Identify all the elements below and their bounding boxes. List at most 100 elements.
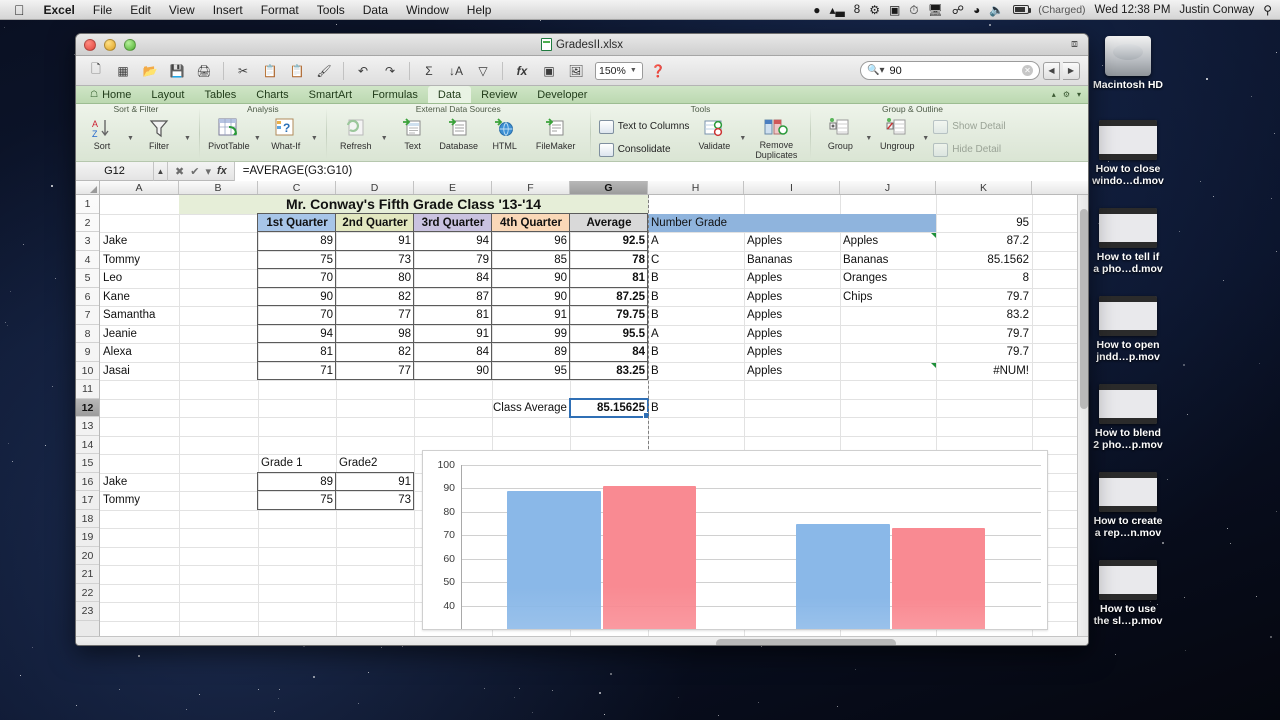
row-header-14[interactable]: 14: [76, 436, 99, 454]
cell-student-name[interactable]: Jake: [100, 232, 179, 251]
search-input[interactable]: 90: [889, 65, 901, 77]
chevron-down-icon[interactable]: ▼: [311, 135, 318, 142]
text-to-columns-button[interactable]: Text to Columns: [598, 117, 689, 137]
menu-item-window[interactable]: Window: [397, 1, 458, 19]
search-field[interactable]: 🔍▾ 90 ✕: [860, 61, 1040, 80]
cell-k-value[interactable]: #NUM!: [936, 362, 1032, 381]
collapse-ribbon-icon[interactable]: ▴: [1052, 90, 1056, 99]
cell-student-name[interactable]: Tommy: [100, 251, 179, 270]
menu-item-file[interactable]: File: [84, 1, 121, 19]
dropbox-icon[interactable]: ●: [813, 1, 820, 19]
menu-item-view[interactable]: View: [160, 1, 204, 19]
window-title-bar[interactable]: GradesII.xlsx ⧈: [76, 34, 1088, 56]
select-all-corner[interactable]: [76, 181, 100, 194]
import-filemaker-button[interactable]: FileMaker: [530, 115, 582, 151]
copy-icon[interactable]: 📋: [258, 60, 282, 82]
display-icon[interactable]: 🖥: [928, 1, 943, 19]
row-header-22[interactable]: 22: [76, 584, 99, 602]
save-icon[interactable]: 💾: [165, 60, 189, 82]
hide-detail-button[interactable]: Hide Detail: [933, 140, 1005, 160]
cell-list-j[interactable]: Chips: [840, 288, 936, 307]
ribbon-tab-home[interactable]: ☖ Home: [80, 86, 141, 103]
cell-grade1-header[interactable]: Grade 1: [258, 454, 336, 473]
chart-bar[interactable]: [796, 523, 890, 629]
menu-item-edit[interactable]: Edit: [121, 1, 160, 19]
pivot-table-button[interactable]: PivotTable: [208, 115, 250, 151]
row-header-21[interactable]: 21: [76, 565, 99, 584]
vertical-scroll-thumb[interactable]: [1080, 209, 1088, 409]
desktop-icon[interactable]: Macintosh HD: [1082, 36, 1174, 91]
group-button[interactable]: Group: [819, 115, 861, 151]
wifi-icon[interactable]: ◕: [973, 1, 980, 19]
clear-search-icon[interactable]: ✕: [1022, 65, 1033, 76]
alfred-icon[interactable]: ▴▃: [830, 1, 845, 19]
validate-button[interactable]: Validate: [693, 115, 735, 151]
maximize-button[interactable]: [124, 38, 136, 51]
ungroup-button[interactable]: Ungroup: [876, 115, 918, 151]
column-header-G[interactable]: G: [570, 181, 648, 194]
cell-list-i[interactable]: Apples: [744, 343, 840, 362]
column-header-C[interactable]: C: [258, 181, 336, 194]
row-header-19[interactable]: 19: [76, 528, 99, 547]
cell-letter-grade[interactable]: B: [648, 362, 744, 381]
sort-icon[interactable]: ↓A: [444, 60, 468, 82]
autosum-icon[interactable]: Σ: [417, 60, 441, 82]
name-box-stepper[interactable]: ▲: [154, 161, 168, 181]
flash-icon[interactable]: ▣: [889, 1, 900, 19]
cell-student-name-2[interactable]: Tommy: [100, 491, 179, 510]
remove-duplicates-button[interactable]: Remove Duplicates: [750, 115, 802, 160]
chart-bar[interactable]: [602, 486, 696, 629]
cell-k-value[interactable]: 83.2: [936, 306, 1032, 325]
cell-class-average-grade[interactable]: B: [648, 399, 744, 418]
row-header-18[interactable]: 18: [76, 510, 99, 528]
media-browser-icon[interactable]: 🖼: [564, 60, 588, 82]
toolbox-icon[interactable]: ▣: [537, 60, 561, 82]
cell-list-i[interactable]: Apples: [744, 306, 840, 325]
chart-bar[interactable]: [507, 490, 601, 629]
cell-letter-grade[interactable]: B: [648, 343, 744, 362]
ribbon-tab-charts[interactable]: Charts: [246, 86, 298, 103]
chevron-down-icon[interactable]: ▼: [922, 135, 929, 142]
column-header-A[interactable]: A: [100, 181, 179, 194]
consolidate-button[interactable]: Consolidate: [598, 140, 690, 160]
ribbon-options-gear-icon[interactable]: ⚙: [1063, 90, 1070, 99]
cell-list-i[interactable]: Apples: [744, 232, 840, 251]
menu-item-tools[interactable]: Tools: [308, 1, 354, 19]
row-header-13[interactable]: 13: [76, 417, 99, 436]
import-html-button[interactable]: HTML: [484, 115, 526, 151]
cut-icon[interactable]: ✂: [231, 60, 255, 82]
menu-item-insert[interactable]: Insert: [204, 1, 252, 19]
cell-letter-grade[interactable]: A: [648, 325, 744, 344]
open-template-icon[interactable]: ▦: [111, 60, 135, 82]
column-header-F[interactable]: F: [492, 181, 570, 194]
import-text-button[interactable]: Text: [392, 115, 434, 151]
cell-list-i[interactable]: Apples: [744, 362, 840, 381]
column-header-H[interactable]: H: [648, 181, 744, 194]
help-icon[interactable]: ❓: [646, 60, 670, 82]
zoom-selector[interactable]: 150% ▼: [595, 61, 643, 80]
cell-k-value[interactable]: 79.7: [936, 288, 1032, 307]
row-header-20[interactable]: 20: [76, 547, 99, 565]
cell-list-i[interactable]: Apples: [744, 288, 840, 307]
volume-icon[interactable]: 🔈: [989, 1, 1004, 19]
menu-item-help[interactable]: Help: [458, 1, 501, 19]
ribbon-tab-smartart[interactable]: SmartArt: [299, 86, 362, 103]
print-icon[interactable]: 🖨: [192, 60, 216, 82]
spotlight-search-icon[interactable]: ⚲: [1263, 1, 1272, 19]
cell-letter-grade[interactable]: B: [648, 306, 744, 325]
horizontal-scroll-thumb[interactable]: [716, 639, 896, 645]
cell-list-i[interactable]: Bananas: [744, 251, 840, 270]
apple-icon[interactable]: : [10, 1, 35, 19]
search-next-button[interactable]: ▶: [1063, 61, 1080, 80]
cell-list-j[interactable]: Apples: [840, 232, 936, 251]
import-database-button[interactable]: Database: [438, 115, 480, 151]
cell-list-j[interactable]: Oranges: [840, 269, 936, 288]
column-header-E[interactable]: E: [414, 181, 492, 194]
refresh-button[interactable]: Refresh: [335, 115, 377, 151]
cell-letter-grade[interactable]: C: [648, 251, 744, 270]
chevron-down-icon[interactable]: ▼: [184, 135, 191, 142]
menu-bar-username[interactable]: Justin Conway: [1179, 4, 1254, 16]
what-if-button[interactable]: ? What-If: [265, 115, 307, 151]
formula-builder-small-icon[interactable]: ▾: [205, 165, 211, 178]
chevron-down-icon[interactable]: ▾: [1077, 90, 1081, 99]
